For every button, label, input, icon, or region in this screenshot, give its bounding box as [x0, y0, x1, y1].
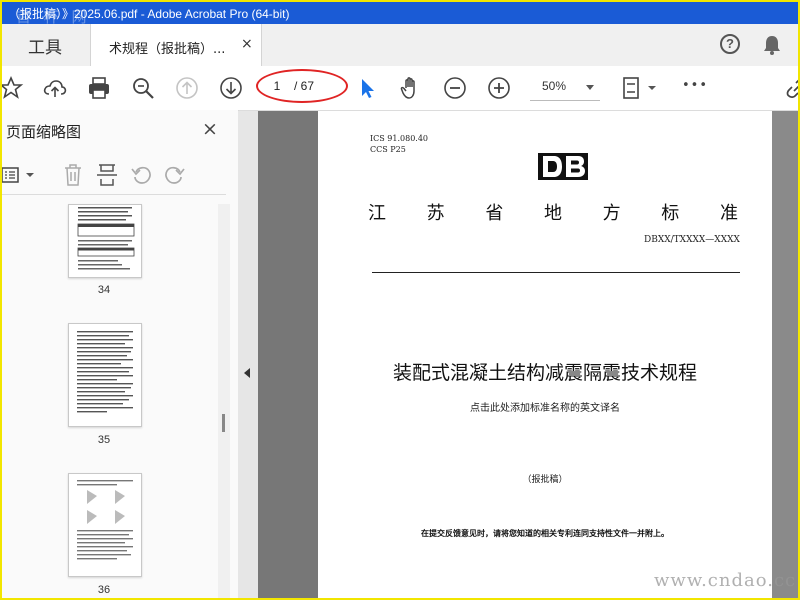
heading-char: 方 [602, 203, 621, 224]
collapse-panel-icon[interactable] [244, 368, 250, 378]
panel-toolbar [2, 154, 226, 195]
zoom-in-icon[interactable] [486, 75, 512, 101]
extract-page-icon[interactable] [96, 162, 118, 188]
heading-char: 江 [368, 203, 386, 224]
db-logo [538, 153, 588, 180]
chevron-down-icon [586, 85, 594, 90]
document-title: 装配式混凝土结构减震隔震技术规程 [392, 362, 697, 384]
page-up-icon[interactable] [174, 75, 200, 101]
options-menu-icon[interactable] [0, 164, 36, 186]
zoom-out-icon[interactable] [442, 75, 468, 101]
pdf-page[interactable]: ICS 91.080.40 CCS P25 江 苏 省 地 方 标 准 DBXX… [318, 111, 772, 598]
document-subtitle: 点击此处添加标准名称的英文译名 [470, 403, 620, 414]
heading-char: 标 [661, 203, 680, 224]
thumbnail-content [77, 480, 133, 560]
zoom-value: 50% [542, 79, 567, 93]
thumbnail-number: 34 [97, 284, 111, 296]
heading-char: 苏 [426, 203, 445, 224]
heading-char: 省 [485, 203, 504, 224]
ccs-code: CCS P25 [370, 145, 406, 154]
heading-char: 准 [719, 203, 738, 224]
thumbnail-page-35[interactable] [68, 323, 142, 427]
tab-document[interactable]: 术规程（报批稿）... × [90, 24, 262, 67]
zoom-select[interactable]: 50% [530, 74, 600, 101]
ics-code: ICS 91.080.40 [370, 134, 429, 143]
tab-bar: 工具 术规程（报批稿）... × ? [2, 24, 798, 67]
tab-tools[interactable]: 工具 [2, 24, 88, 66]
hand-icon[interactable] [398, 75, 424, 101]
thumbnail-number: 35 [97, 434, 111, 446]
panel-collapse-bar[interactable] [238, 111, 258, 598]
thumbnail-number: 36 [97, 584, 111, 596]
scrollbar-grip[interactable] [222, 414, 225, 432]
more-icon[interactable]: ••• [682, 78, 712, 104]
panel-title: 页面缩略图 [6, 123, 82, 141]
tab-document-label: 术规程（报批稿）... [109, 42, 226, 57]
rotate-right-icon[interactable] [162, 162, 186, 188]
panel-close-icon[interactable]: × [202, 118, 218, 140]
standard-code: DBXX/TXXXX—XXXX [644, 235, 740, 245]
divider [372, 272, 740, 273]
thumbnail-content [77, 331, 133, 413]
thumbnail-content [77, 207, 135, 270]
link-icon[interactable] [784, 75, 800, 101]
watermark: www.cndao.cc [654, 570, 797, 591]
fit-page-icon[interactable] [620, 75, 660, 101]
title-bar: （报批稿）》2025.06.pdf - Adobe Acrobat Pro (6… [2, 2, 798, 26]
app-window: （报批稿）》2025.06.pdf - Adobe Acrobat Pro (6… [0, 0, 800, 600]
star-icon[interactable] [0, 75, 24, 101]
page-down-icon[interactable] [218, 75, 244, 101]
province-standard-heading: 江 苏 省 地 方 标 准 [368, 199, 738, 225]
draft-label: （报批稿） [522, 475, 568, 485]
zoom-search-icon[interactable] [130, 75, 156, 101]
highlight-oval [256, 69, 348, 103]
page-classification: ICS 91.080.40 CCS P25 [370, 133, 428, 155]
thumbnail-panel: 页面缩略图 × 34 35 36 [2, 110, 239, 598]
toolbar: ••• [2, 66, 798, 111]
help-icon[interactable]: ? [720, 34, 740, 54]
feedback-note: 在提交反馈意见时，请将您知道的相关专利连同支持性文件一并附上。 [421, 529, 669, 538]
thumbnail-page-34[interactable] [68, 204, 142, 278]
heading-char: 地 [543, 203, 562, 224]
bell-icon[interactable] [762, 34, 782, 56]
select-cursor-icon[interactable] [354, 75, 380, 101]
panel-scrollbar[interactable] [218, 204, 230, 598]
viewport-margin [772, 111, 798, 598]
delete-page-icon[interactable] [62, 162, 84, 188]
tab-close-icon[interactable]: × [241, 36, 253, 52]
rotate-left-icon[interactable] [130, 162, 154, 188]
print-icon[interactable] [86, 75, 112, 101]
thumbnail-page-36[interactable] [68, 473, 142, 577]
upload-icon[interactable] [42, 75, 68, 101]
